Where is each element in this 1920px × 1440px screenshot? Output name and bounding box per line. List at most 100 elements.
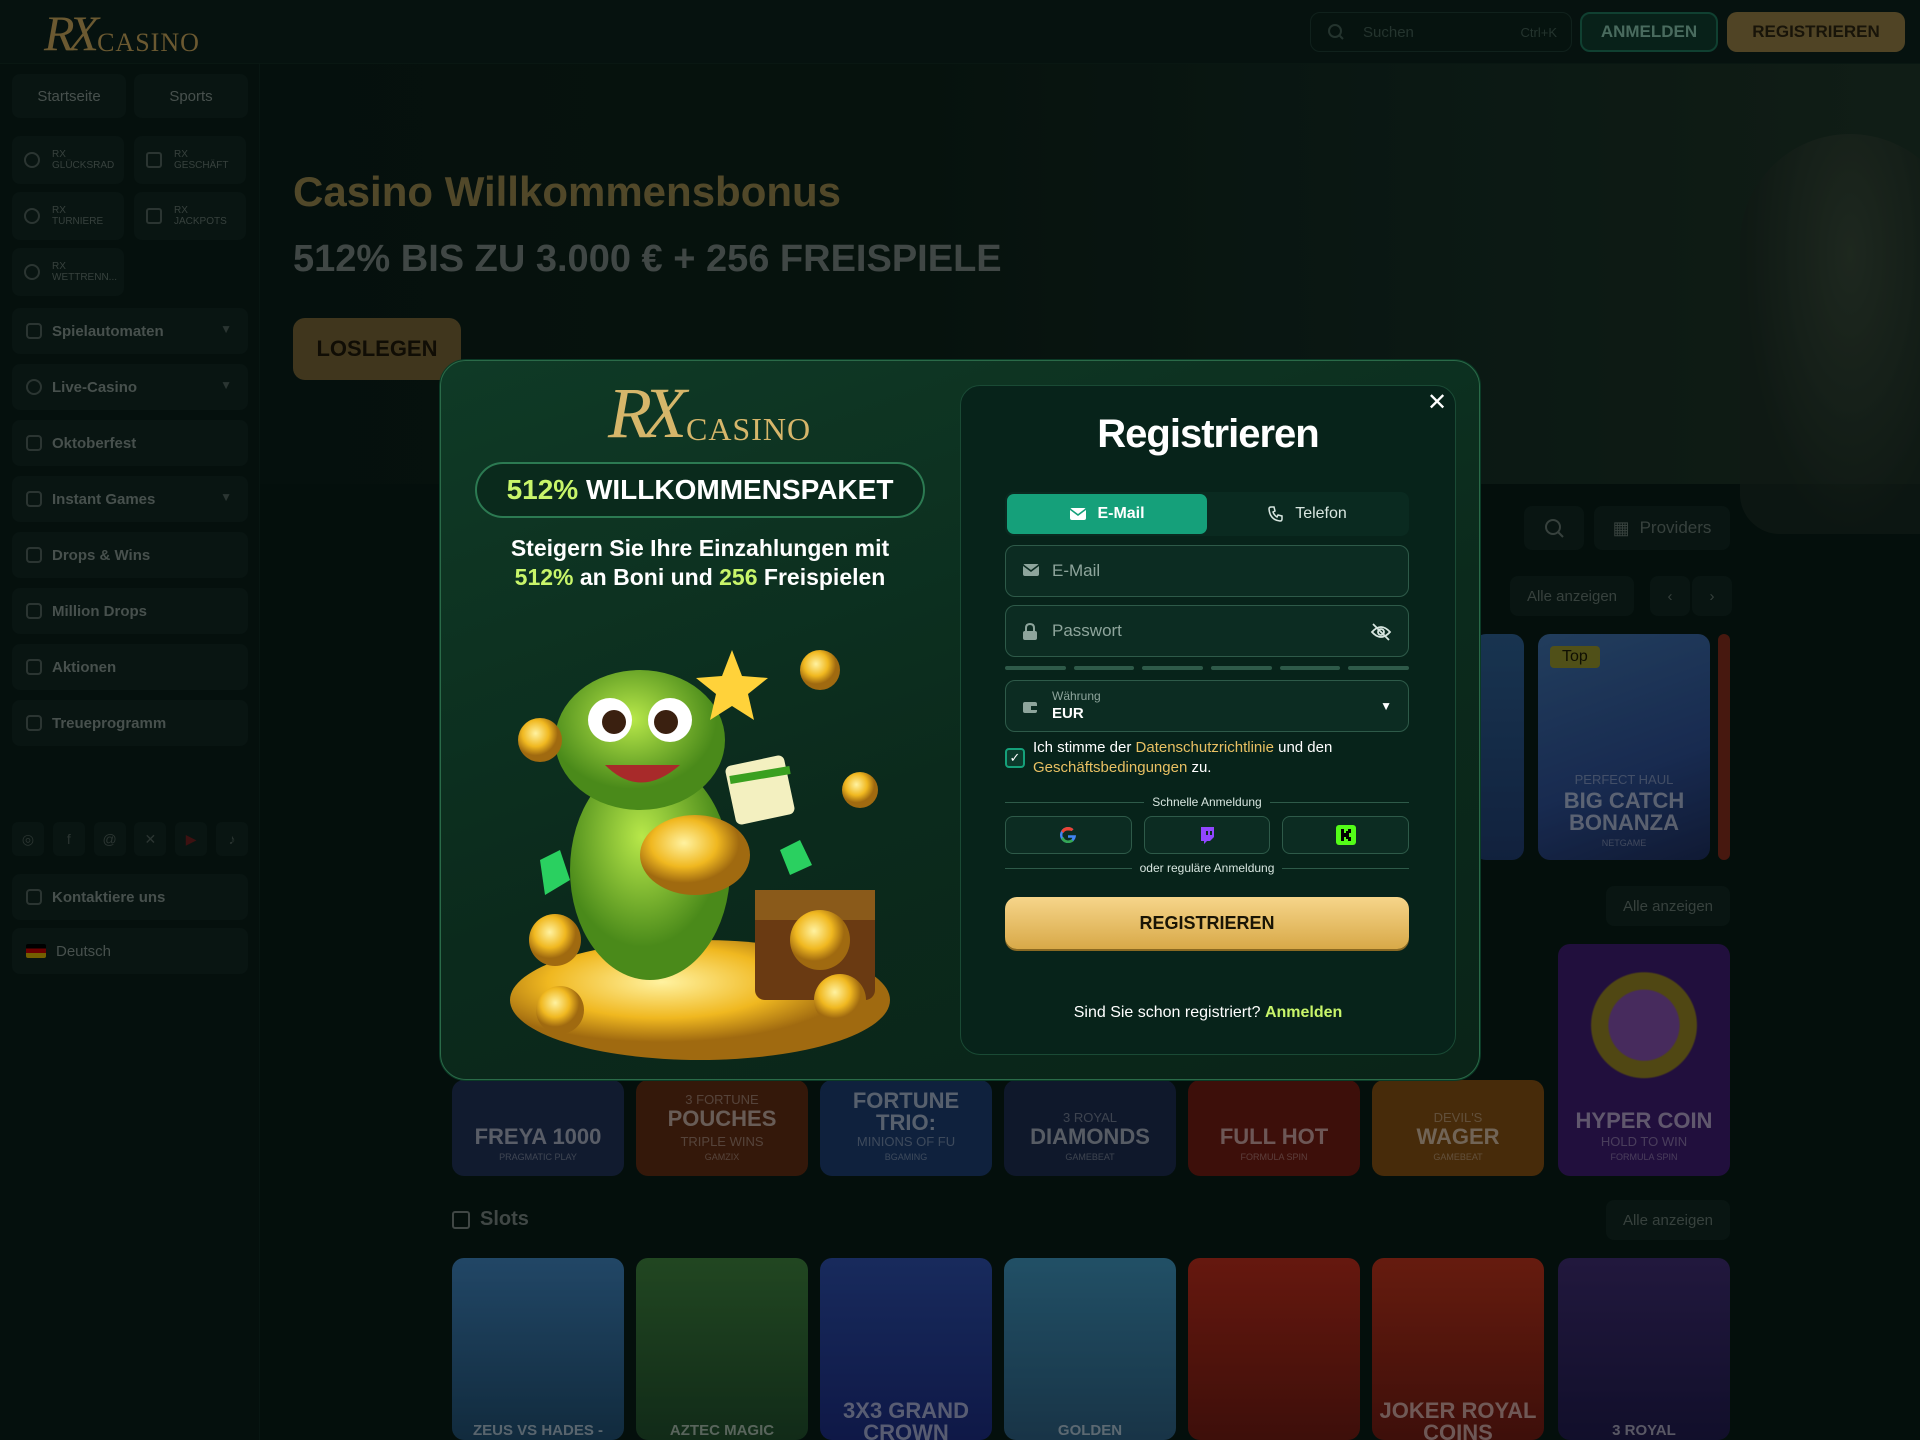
game-provider: PRAGMATIC PLAY (499, 1152, 577, 1162)
trophy-icon (24, 208, 40, 224)
kick-icon (1335, 825, 1356, 845)
slot-icon (26, 323, 42, 339)
sidebar-item-oktoberfest[interactable]: Oktoberfest (12, 420, 248, 466)
game-card-3-royal-diamonds[interactable]: 3 ROYAL DIAMONDS GAMEBEAT (1004, 1080, 1176, 1176)
game-provider: NETGAME (1601, 838, 1647, 848)
carousel-prev-button[interactable]: ‹ (1650, 576, 1690, 616)
game-pretitle: PERFECT HAUL (1574, 772, 1674, 787)
see-all-button[interactable]: Alle anzeigen (1606, 886, 1730, 926)
slot-card[interactable]: 3 ROYAL (1558, 1258, 1730, 1440)
threads-icon[interactable]: @ (93, 822, 126, 856)
sidebar-item-promotions[interactable]: Aktionen (12, 644, 248, 690)
register-submit-button[interactable]: REGISTRIEREN (1005, 897, 1409, 949)
providers-button[interactable]: ▦ Providers (1594, 506, 1730, 550)
tab-email[interactable]: E-Mail (1007, 494, 1207, 534)
sidebar-item-label: Treueprogramm (52, 714, 167, 732)
quick-link-jackpots[interactable]: RX JACKPOTS (134, 192, 246, 240)
language-selector[interactable]: Deutsch (12, 928, 248, 974)
envelope-icon (1069, 508, 1087, 520)
race-icon (24, 264, 40, 280)
login-button[interactable]: ANMELDEN (1580, 12, 1718, 52)
chevron-down-icon: ▼ (1380, 699, 1392, 713)
existing-account-line: Sind Sie schon registriert? Anmelden (960, 1004, 1456, 1022)
games-search-button[interactable] (1524, 506, 1584, 550)
sidebar-item-loyalty[interactable]: Treueprogramm (12, 700, 248, 746)
game-card-hyper-coin[interactable]: HYPER COIN HOLD TO WIN FORMULA SPIN (1558, 944, 1730, 1176)
tiktok-icon[interactable]: ♪ (215, 822, 248, 856)
slot-card[interactable]: GOLDEN (1004, 1258, 1176, 1440)
sidebar-home-button[interactable]: Startseite (12, 74, 126, 118)
facebook-icon[interactable]: f (52, 822, 85, 856)
site-logo[interactable]: RX CASINO (44, 6, 200, 58)
carousel-next-button[interactable]: › (1692, 576, 1732, 616)
twitch-icon (1201, 827, 1214, 844)
privacy-policy-link[interactable]: Datenschutzrichtlinie (1136, 739, 1274, 756)
x-icon[interactable]: ✕ (134, 822, 167, 856)
dinosaur-mascot-illustration (510, 650, 890, 1060)
trophy-icon (26, 603, 42, 619)
game-card[interactable] (1474, 634, 1524, 860)
quick-link-tournaments[interactable]: RX TURNIERE (12, 192, 124, 240)
slots-see-all-button[interactable]: Alle anzeigen (1606, 1200, 1730, 1240)
registration-title: Registrieren (1097, 412, 1319, 456)
youtube-icon[interactable]: ▶ (175, 822, 208, 856)
game-title: HYPER COIN (1575, 1108, 1713, 1133)
instagram-icon[interactable]: ◎ (12, 822, 44, 856)
google-login-button[interactable] (1005, 816, 1132, 854)
game-title: BIG CATCH BONANZA (1563, 788, 1685, 835)
see-all-button[interactable]: Alle anzeigen (1510, 576, 1634, 616)
sidebar-item-label: Oktoberfest (52, 434, 137, 452)
close-icon[interactable]: ✕ (1426, 391, 1448, 415)
game-card-fortune-trio[interactable]: FORTUNE TRIO: MINIONS OF FU BGAMING (820, 1080, 992, 1176)
login-link[interactable]: Anmelden (1265, 1004, 1342, 1021)
twitch-login-button[interactable] (1143, 816, 1271, 854)
slot-card[interactable]: 3X3 GRAND CROWN (820, 1258, 992, 1440)
sidebar-item-slots[interactable]: Spielautomaten ▼ (12, 308, 248, 354)
kick-login-button[interactable] (1282, 816, 1410, 854)
sidebar-item-million-drops[interactable]: Million Drops (12, 588, 248, 634)
rocket-icon (26, 491, 42, 507)
sidebar-item-live-casino[interactable]: Live-Casino ▼ (12, 364, 248, 410)
quick-link-wheel[interactable]: RX GLÜCKSRAD (12, 136, 124, 184)
game-provider: FORMULA SPIN (1240, 1152, 1308, 1162)
sidebar-sports-button[interactable]: Sports (134, 74, 248, 118)
register-button[interactable]: REGISTRIEREN (1727, 12, 1905, 52)
game-pretitle: 3 ROYAL (1063, 1110, 1117, 1125)
currency-select[interactable]: Währung EUR ▼ (1005, 680, 1409, 732)
slot-card[interactable]: JOKER ROYAL COINS (1372, 1258, 1544, 1440)
slot-card[interactable]: AZTEC MAGIC (636, 1258, 808, 1440)
terms-of-service-link[interactable]: Geschäftsbedingungen (1033, 759, 1187, 776)
email-field[interactable]: E-Mail (1005, 545, 1409, 597)
game-card-pouches[interactable]: 3 FORTUNE POUCHES TRIPLE WINS GAMZIX (636, 1080, 808, 1176)
password-field[interactable]: Passwort (1005, 605, 1409, 657)
quick-link-prefix: RX (52, 261, 66, 272)
game-card-freya[interactable]: FREYA 1000 PRAGMATIC PLAY (452, 1080, 624, 1176)
quick-link-shop[interactable]: RX GESCHÄFT (134, 136, 246, 184)
tab-phone[interactable]: Telefon (1207, 494, 1407, 534)
terms-checkbox[interactable]: ✓ (1005, 748, 1025, 768)
quick-link-label: GESCHÄFT (174, 160, 229, 171)
sidebar-item-label: Aktionen (52, 658, 117, 676)
game-card-full-hot[interactable]: FULL HOT FORMULA SPIN (1188, 1080, 1360, 1176)
slot-card[interactable]: ZEUS VS HADES - (452, 1258, 624, 1440)
game-card-devils-wager[interactable]: DEVIL'S WAGER GAMEBEAT (1372, 1080, 1544, 1176)
logo-rx: RX (44, 5, 99, 61)
slot-card[interactable] (1188, 1258, 1360, 1440)
game-subtitle: HOLD TO WIN (1600, 1134, 1688, 1149)
quick-link-race[interactable]: RX WETTRENN... (12, 248, 124, 296)
top-bar: RX CASINO Suchen Ctrl+K ANMELDEN REGISTR… (0, 0, 1920, 64)
sidebar-item-drops-wins[interactable]: Drops & Wins (12, 532, 248, 578)
regular-login-divider: oder reguläre Anmeldung (1005, 860, 1409, 876)
terms-text: Ich stimme der Datenschutzrichtlinie und… (1033, 738, 1403, 778)
sidebar-item-instant-games[interactable]: Instant Games ▼ (12, 476, 248, 522)
search-input[interactable]: Suchen Ctrl+K (1310, 12, 1572, 52)
quick-link-prefix: RX (52, 205, 66, 216)
search-placeholder: Suchen (1363, 24, 1414, 41)
crown-icon (26, 715, 42, 731)
game-card-big-catch-bonanza[interactable]: Top PERFECT HAUL BIG CATCH BONANZA NETGA… (1538, 634, 1710, 860)
sidebar-item-contact[interactable]: Kontaktiere uns (12, 874, 248, 920)
welcome-package-badge: 512% WILLKOMMENSPAKET (475, 462, 925, 518)
hero-cta-button[interactable]: LOSLEGEN (293, 318, 461, 380)
eye-off-icon[interactable] (1370, 622, 1392, 642)
game-card[interactable] (1718, 634, 1730, 860)
